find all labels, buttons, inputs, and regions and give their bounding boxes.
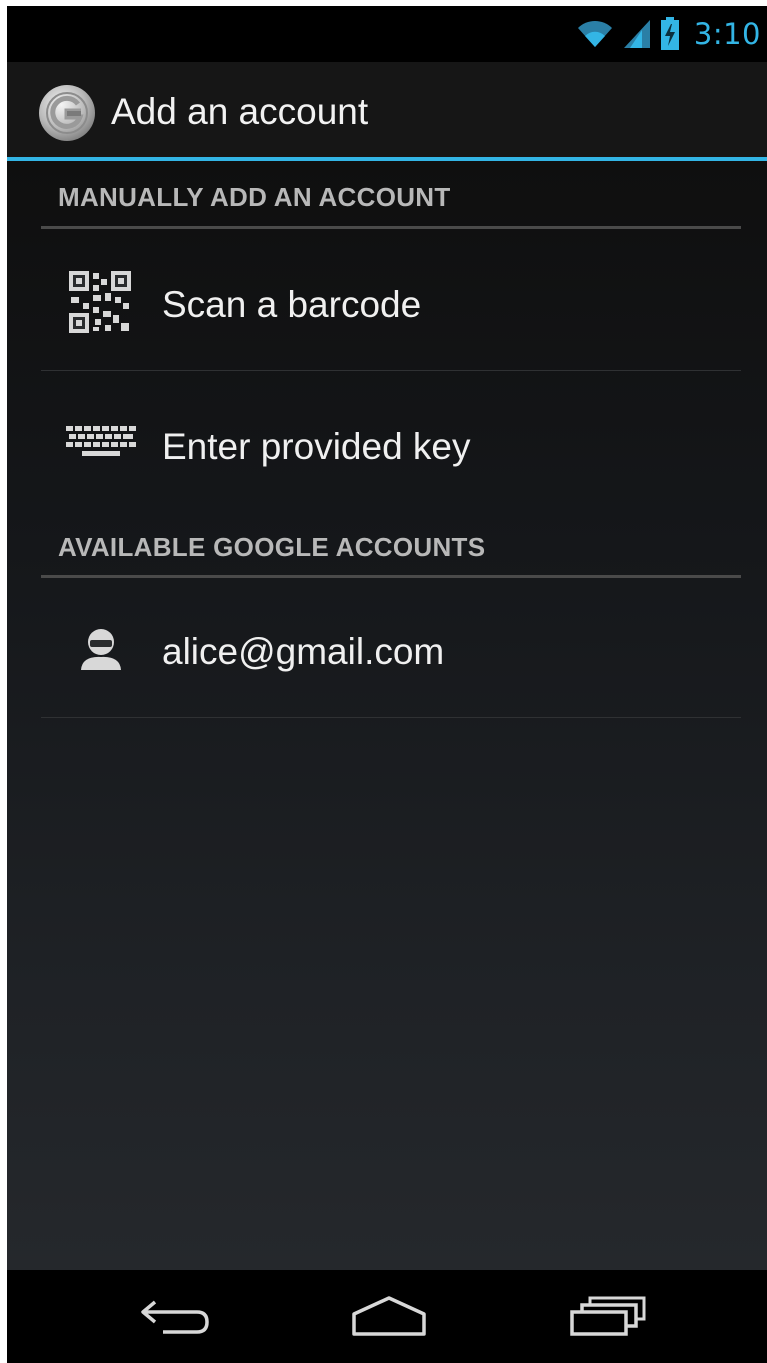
home-button[interactable] bbox=[344, 1292, 444, 1352]
status-icons: 3:10 bbox=[576, 14, 761, 54]
list-item-enter-key[interactable]: Enter provided key bbox=[41, 371, 741, 509]
home-icon bbox=[352, 1296, 426, 1336]
list-item-label: Enter provided key bbox=[162, 426, 471, 467]
account-icon bbox=[81, 629, 121, 670]
navigation-bar bbox=[7, 1270, 767, 1363]
section-header-google-accounts: AVAILABLE GOOGLE ACCOUNTS bbox=[58, 532, 486, 562]
status-time: 3:10 bbox=[693, 17, 761, 51]
wifi-icon bbox=[577, 20, 612, 47]
page-title: Add an account bbox=[111, 91, 369, 132]
status-bar: 3:10 bbox=[7, 6, 767, 62]
item-divider bbox=[41, 717, 741, 718]
phone-screen: 3:10 Add an account MANUALLY ADD AN ACCO… bbox=[7, 6, 767, 1363]
section-header-manual: MANUALLY ADD AN ACCOUNT bbox=[58, 182, 451, 212]
recent-apps-button[interactable] bbox=[564, 1292, 664, 1352]
list-item-account[interactable]: alice@gmail.com bbox=[41, 578, 741, 716]
keyboard-icon bbox=[66, 426, 136, 456]
back-button[interactable] bbox=[135, 1292, 235, 1352]
list-item-label: alice@gmail.com bbox=[162, 631, 445, 672]
authenticator-app-icon[interactable] bbox=[38, 84, 96, 142]
list-item-label: Scan a barcode bbox=[162, 284, 422, 325]
recent-apps-icon bbox=[570, 1296, 646, 1336]
list-item-scan-barcode[interactable]: Scan a barcode bbox=[41, 229, 741, 367]
back-icon bbox=[141, 1300, 209, 1334]
battery-charging-icon bbox=[660, 17, 679, 50]
qr-code-icon bbox=[69, 271, 131, 333]
cell-signal-icon bbox=[623, 20, 650, 48]
